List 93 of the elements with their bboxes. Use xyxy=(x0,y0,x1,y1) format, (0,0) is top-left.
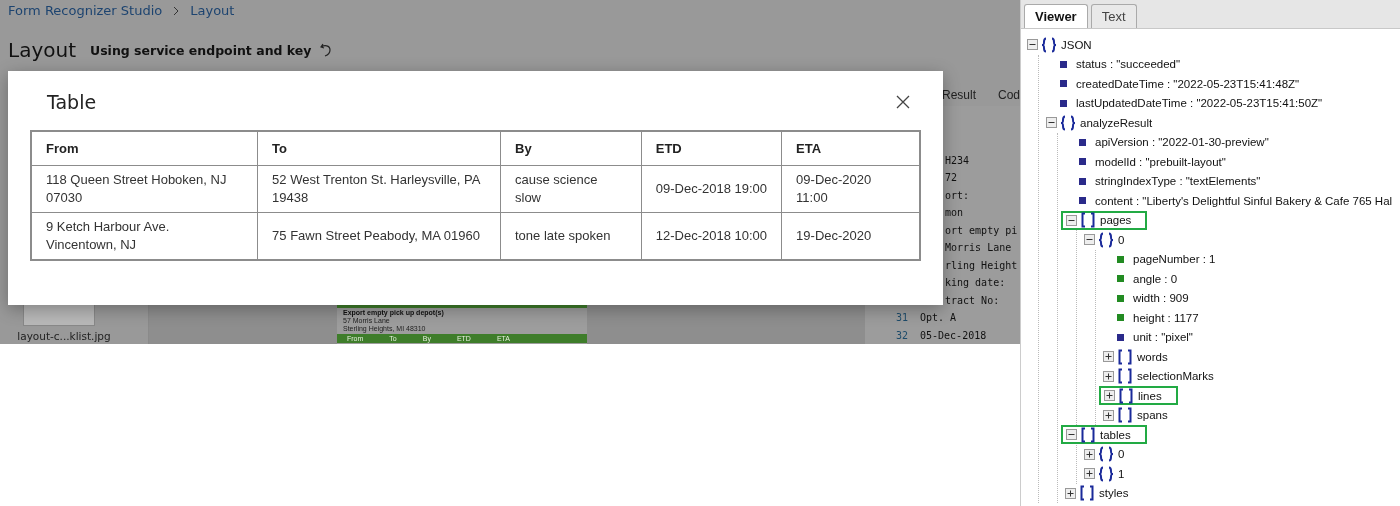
node-label[interactable]: pageNumber : 1 xyxy=(1133,253,1216,266)
table-cell: 118 Queen Street Hoboken, NJ 07030 xyxy=(31,165,258,213)
node-label[interactable]: createdDateTime : "2022-05-23T15:41:48Z" xyxy=(1076,77,1300,90)
node-label[interactable]: styles xyxy=(1099,487,1129,500)
column-header: From xyxy=(31,131,258,166)
table-cell: cause science slow xyxy=(500,165,642,213)
brackets-icon xyxy=(1116,348,1134,365)
value-icon xyxy=(1117,333,1124,341)
node-label[interactable]: height : 1177 xyxy=(1133,311,1199,324)
column-header: By xyxy=(500,131,642,166)
endpoint-label: Using service endpoint and key xyxy=(90,42,312,58)
value-icon xyxy=(1060,60,1067,68)
result-tab[interactable]: Result xyxy=(941,88,976,106)
node-label[interactable]: 0 xyxy=(1118,233,1125,246)
value-icon xyxy=(1079,158,1086,166)
code-line: rling Height xyxy=(944,259,1018,271)
undo-icon[interactable] xyxy=(319,42,334,59)
value-icon xyxy=(1117,294,1124,302)
node-label[interactable]: words xyxy=(1137,350,1168,363)
collapse-icon[interactable] xyxy=(1046,117,1057,129)
collapse-icon[interactable] xyxy=(1066,429,1077,441)
braces-icon xyxy=(1097,231,1115,248)
value-icon xyxy=(1079,138,1086,146)
line-number: 31 xyxy=(894,312,909,324)
expand-icon[interactable] xyxy=(1103,370,1114,382)
chevron-icon xyxy=(172,5,181,16)
node-label[interactable]: tables xyxy=(1100,428,1131,441)
expand-icon[interactable] xyxy=(1065,487,1076,499)
code-line: mon xyxy=(944,207,964,219)
node-label[interactable]: lines xyxy=(1138,389,1162,402)
result-tab[interactable]: Cod xyxy=(998,88,1020,106)
expand-icon[interactable] xyxy=(1104,390,1115,402)
brackets-icon xyxy=(1079,212,1097,229)
expand-icon[interactable] xyxy=(1084,448,1095,460)
node-label[interactable]: spans xyxy=(1137,409,1168,422)
code-line: Opt. A xyxy=(920,312,957,324)
braces-icon xyxy=(1097,446,1115,463)
value-icon xyxy=(1060,80,1067,88)
value-icon xyxy=(1117,275,1124,283)
node-label[interactable]: selectionMarks xyxy=(1137,370,1214,383)
dialog-title: Table xyxy=(47,91,97,113)
close-button[interactable] xyxy=(896,95,910,109)
viewer-tab[interactable]: Viewer xyxy=(1024,4,1088,28)
code-line: ort empty pi xyxy=(944,224,1018,236)
node-label[interactable]: status : "succeeded" xyxy=(1076,58,1181,71)
collapse-icon[interactable] xyxy=(1027,39,1038,51)
viewer-tab[interactable]: Text xyxy=(1090,4,1137,28)
breadcrumb-link[interactable]: Layout xyxy=(190,3,235,19)
node-label[interactable]: apiVersion : "2022-01-30-preview" xyxy=(1095,136,1269,149)
value-icon xyxy=(1117,255,1124,263)
expand-icon[interactable] xyxy=(1084,468,1095,480)
thumbnail-caption: layout-c...klist.jpg xyxy=(17,330,111,342)
table-cell: 09-Dec-2018 19:00 xyxy=(641,165,782,213)
node-label[interactable]: width : 909 xyxy=(1133,292,1189,305)
braces-icon xyxy=(1040,36,1058,53)
brackets-icon xyxy=(1116,407,1134,424)
page-title: Layout xyxy=(8,38,76,63)
braces-icon xyxy=(1097,465,1115,482)
node-label[interactable]: lastUpdatedDateTime : "2022-05-23T15:41:50Z" xyxy=(1076,97,1323,110)
node-label[interactable]: analyzeResult xyxy=(1080,116,1153,129)
code-line: ort: xyxy=(944,189,970,201)
node-label[interactable]: JSON xyxy=(1061,38,1092,51)
brackets-icon xyxy=(1078,485,1096,502)
collapse-icon[interactable] xyxy=(1066,214,1077,226)
breadcrumb-link[interactable]: Form Recognizer Studio xyxy=(8,3,163,19)
node-label[interactable]: angle : 0 xyxy=(1133,272,1178,285)
braces-icon xyxy=(1059,114,1077,131)
value-icon xyxy=(1079,197,1086,205)
node-label[interactable]: 0 xyxy=(1118,448,1125,461)
code-line: tract No: xyxy=(944,294,1000,306)
code-line: 05-Dec-2018 xyxy=(920,329,987,341)
table-cell: 52 West Trenton St. Harleysville, PA 19438 xyxy=(257,165,501,213)
column-header: ETD xyxy=(641,131,782,166)
column-header: To xyxy=(257,131,501,166)
expand-icon[interactable] xyxy=(1103,351,1114,363)
node-label[interactable]: modelId : "prebuilt-layout" xyxy=(1095,155,1226,168)
brackets-icon xyxy=(1079,426,1097,443)
code-line: Morris Lane xyxy=(944,242,1012,254)
value-icon xyxy=(1060,99,1067,107)
node-label[interactable]: content : "Liberty's Delightful Sinful Bakery & Cafe 765 Hal xyxy=(1095,194,1393,207)
node-label[interactable]: stringIndexType : "textElements" xyxy=(1095,175,1261,188)
expand-icon[interactable] xyxy=(1103,409,1114,421)
line-number: 32 xyxy=(894,329,909,341)
node-label[interactable]: pages xyxy=(1100,214,1132,227)
code-line: H234 xyxy=(944,154,970,166)
value-icon xyxy=(1117,314,1124,322)
collapse-icon[interactable] xyxy=(1084,234,1095,246)
node-label[interactable]: unit : "pixel" xyxy=(1133,331,1193,344)
node-label[interactable]: 1 xyxy=(1118,467,1125,480)
brackets-icon xyxy=(1116,368,1134,385)
code-line: king date: xyxy=(944,277,1006,289)
value-icon xyxy=(1079,177,1086,185)
brackets-icon xyxy=(1117,387,1135,404)
